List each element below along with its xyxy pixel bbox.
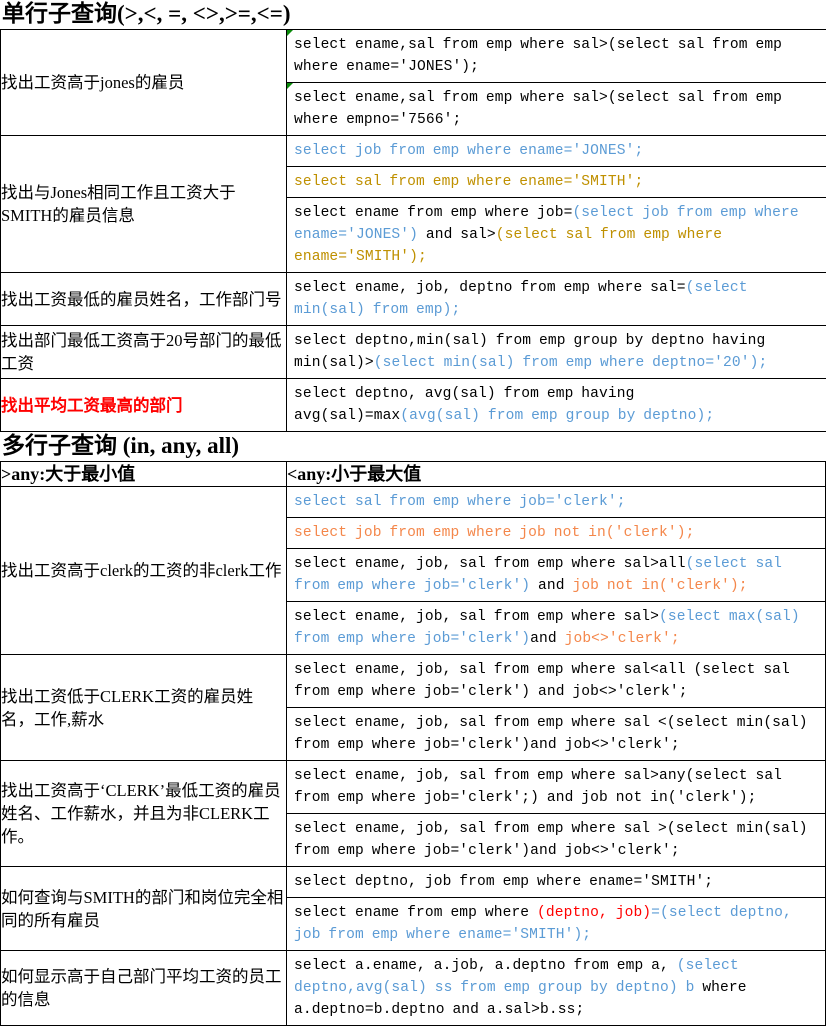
sql-statement: select ename, job, sal from emp where sa…	[287, 549, 825, 602]
sql-fragment: select sal from emp where ename='SMITH';	[294, 174, 643, 190]
sql-fragment: and sal>	[418, 227, 496, 243]
sql-statement: select sal from emp where job='clerk';	[287, 487, 825, 518]
comment-marker-icon	[287, 30, 293, 36]
any-less-label: <any:小于最大值	[287, 462, 826, 487]
sql-statement: select ename, job, sal from emp where sa…	[287, 761, 825, 814]
sql-fragment: select job from emp where ename='JONES';	[294, 143, 643, 159]
question-label-cell: 找出工资高于‘CLERK’最低工资的雇员姓名、工作薪水，并且为非CLERK工作。	[1, 761, 287, 867]
sql-fragment: (avg(sal) from emp group by deptno);	[400, 408, 714, 424]
sql-statement: select ename from emp where job=(select …	[287, 198, 826, 272]
sql-fragment: (select min(sal) from emp where deptno='…	[374, 355, 768, 371]
sql-fragment: and	[530, 631, 564, 647]
any-greater-label: >any:大于最小值	[1, 462, 287, 487]
sql-statement: select ename,sal from emp where sal>(sel…	[287, 83, 826, 135]
table-row: 找出与Jones相同工作且工资大于SMITH的雇员信息 select job fr…	[1, 136, 826, 273]
sql-fragment: select ename,sal from emp where sal>(sel…	[294, 90, 782, 128]
sql-statement: select ename, job, sal from emp where sa…	[287, 655, 825, 708]
question-label-cell: 找出与Jones相同工作且工资大于SMITH的雇员信息	[1, 136, 287, 273]
question-label: 找出部门最低工资高于20号部门的最低工资	[1, 331, 282, 373]
sql-cell: select deptno, job from emp where ename=…	[287, 867, 826, 951]
question-label: 找出与Jones相同工作且工资大于SMITH的雇员信息	[1, 183, 236, 225]
sql-cell: select deptno, avg(sal) from emp having …	[287, 379, 826, 432]
sql-fragment: select job from emp where job not in('cl…	[294, 525, 694, 541]
sql-subquery-cheatsheet: 单行子查询(>,<, =, <>,>=,<=) 找出工资高于jones的雇员 se…	[0, 0, 826, 1026]
sql-fragment: select ename, job, sal from emp where sa…	[294, 715, 808, 753]
table-row: 找出工资高于clerk的工资的非clerk工作 select sal from e…	[1, 487, 826, 655]
sql-statement: select a.ename, a.job, a.deptno from emp…	[287, 951, 825, 1025]
sql-fragment: job not in('clerk');	[572, 578, 747, 594]
sql-fragment: job<>'clerk';	[565, 631, 680, 647]
question-label-cell: 如何显示高于自己部门平均工资的员工的信息	[1, 951, 287, 1026]
sql-fragment: select ename, job, deptno from emp where…	[294, 280, 686, 296]
sql-statement: select deptno, avg(sal) from emp having …	[287, 379, 826, 431]
section-title-multi-row-subquery: 多行子查询 (in, any, all)	[0, 432, 826, 461]
question-label: 找出平均工资最高的部门	[1, 396, 183, 415]
sql-statement: select ename, job, sal from emp where sa…	[287, 814, 825, 866]
sql-cell: select sal from emp where job='clerk'; se…	[287, 487, 826, 655]
sql-fragment: select ename,sal from emp where sal>(sel…	[294, 37, 782, 75]
sql-statement: select ename, job, sal from emp where sa…	[287, 602, 825, 654]
table-row: 找出工资高于jones的雇员 select ename,sal from emp …	[1, 30, 826, 136]
sql-fragment: and	[530, 578, 572, 594]
table-row: 找出平均工资最高的部门 select deptno, avg(sal) from …	[1, 379, 826, 432]
sql-statement: select ename, job, deptno from emp where…	[287, 273, 826, 325]
sql-fragment: select ename, job, sal from emp where sa…	[294, 609, 659, 625]
question-label: 找出工资低于CLERK工资的雇员姓名，工作,薪水	[1, 687, 253, 729]
question-label-cell: 找出工资高于clerk的工资的非clerk工作	[1, 487, 287, 655]
question-label-cell: 找出平均工资最高的部门	[1, 379, 287, 432]
table-row: 如何显示高于自己部门平均工资的员工的信息 select a.ename, a.jo…	[1, 951, 826, 1026]
sql-fragment: select ename from emp where	[294, 905, 537, 921]
question-label: 找出工资高于‘CLERK’最低工资的雇员姓名、工作薪水，并且为非CLERK工作。	[1, 781, 281, 846]
question-label-cell: 找出工资高于jones的雇员	[1, 30, 287, 136]
multi-row-subquery-body: 找出工资高于clerk的工资的非clerk工作 select sal from e…	[1, 487, 826, 1026]
sql-fragment: (deptno, job)	[537, 905, 651, 921]
table-row: 如何查询与SMITH的部门和岗位完全相同的所有雇员 select deptno, …	[1, 867, 826, 951]
sql-cell: select ename, job, sal from emp where sa…	[287, 655, 826, 761]
question-label: 找出工资最低的雇员姓名，工作部门号	[1, 290, 282, 309]
sql-cell: select ename, job, sal from emp where sa…	[287, 761, 826, 867]
sql-statement: select job from emp where ename='JONES';	[287, 136, 826, 167]
table-row: 找出部门最低工资高于20号部门的最低工资select deptno,min(sa…	[1, 326, 826, 379]
sql-statement: select deptno,min(sal) from emp group by…	[287, 326, 826, 378]
table-row: 找出工资低于CLERK工资的雇员姓名，工作,薪水 select ename, jo…	[1, 655, 826, 761]
section-title-single-row-subquery: 单行子查询(>,<, =, <>,>=,<=)	[0, 0, 826, 29]
sql-cell: select deptno,min(sal) from emp group by…	[287, 326, 826, 379]
any-comparison-header-row: >any:大于最小值 <any:小于最大值	[1, 462, 826, 487]
question-label-cell: 如何查询与SMITH的部门和岗位完全相同的所有雇员	[1, 867, 287, 951]
sql-statement: select ename from emp where (deptno, job…	[287, 898, 825, 950]
sql-fragment: select deptno, job from emp where ename=…	[294, 874, 713, 890]
question-label-cell: 找出工资最低的雇员姓名，工作部门号	[1, 273, 287, 326]
sql-statement: select ename,sal from emp where sal>(sel…	[287, 30, 826, 83]
sql-fragment: select ename, job, sal from emp where sa…	[294, 556, 686, 572]
sql-fragment: select ename from emp where job=	[294, 205, 572, 221]
table-row: 找出工资高于‘CLERK’最低工资的雇员姓名、工作薪水，并且为非CLERK工作。…	[1, 761, 826, 867]
question-label-cell: 找出工资低于CLERK工资的雇员姓名，工作,薪水	[1, 655, 287, 761]
sql-cell: select ename, job, deptno from emp where…	[287, 273, 826, 326]
sql-fragment: select ename, job, sal from emp where sa…	[294, 821, 808, 859]
multi-row-subquery-table: >any:大于最小值 <any:小于最大值 找出工资高于clerk的工资的非cl…	[0, 461, 826, 1026]
question-label: 找出工资高于jones的雇员	[1, 73, 184, 92]
sql-fragment: select sal from emp where job='clerk';	[294, 494, 626, 510]
sql-statement: select ename, job, sal from emp where sa…	[287, 708, 825, 760]
table-row: 找出工资最低的雇员姓名，工作部门号 select ename, job, dept…	[1, 273, 826, 326]
sql-cell: select ename,sal from emp where sal>(sel…	[287, 30, 826, 136]
sql-cell: select a.ename, a.job, a.deptno from emp…	[287, 951, 826, 1026]
sql-statement: select deptno, job from emp where ename=…	[287, 867, 825, 898]
single-row-subquery-table: 找出工资高于jones的雇员 select ename,sal from emp …	[0, 29, 826, 432]
sql-statement: select sal from emp where ename='SMITH';	[287, 167, 826, 198]
comment-marker-icon	[287, 83, 293, 89]
single-row-subquery-body: 找出工资高于jones的雇员 select ename,sal from emp …	[1, 30, 826, 432]
sql-fragment: select a.ename, a.job, a.deptno from emp…	[294, 958, 677, 974]
question-label: 如何查询与SMITH的部门和岗位完全相同的所有雇员	[1, 888, 283, 930]
sql-cell: select job from emp where ename='JONES';…	[287, 136, 826, 273]
sql-fragment: select ename, job, sal from emp where sa…	[294, 662, 790, 700]
question-label: 如何显示高于自己部门平均工资的员工的信息	[1, 967, 282, 1009]
question-label: 找出工资高于clerk的工资的非clerk工作	[1, 561, 281, 580]
sql-statement: select job from emp where job not in('cl…	[287, 518, 825, 549]
sql-fragment: select ename, job, sal from emp where sa…	[294, 768, 782, 806]
question-label-cell: 找出部门最低工资高于20号部门的最低工资	[1, 326, 287, 379]
